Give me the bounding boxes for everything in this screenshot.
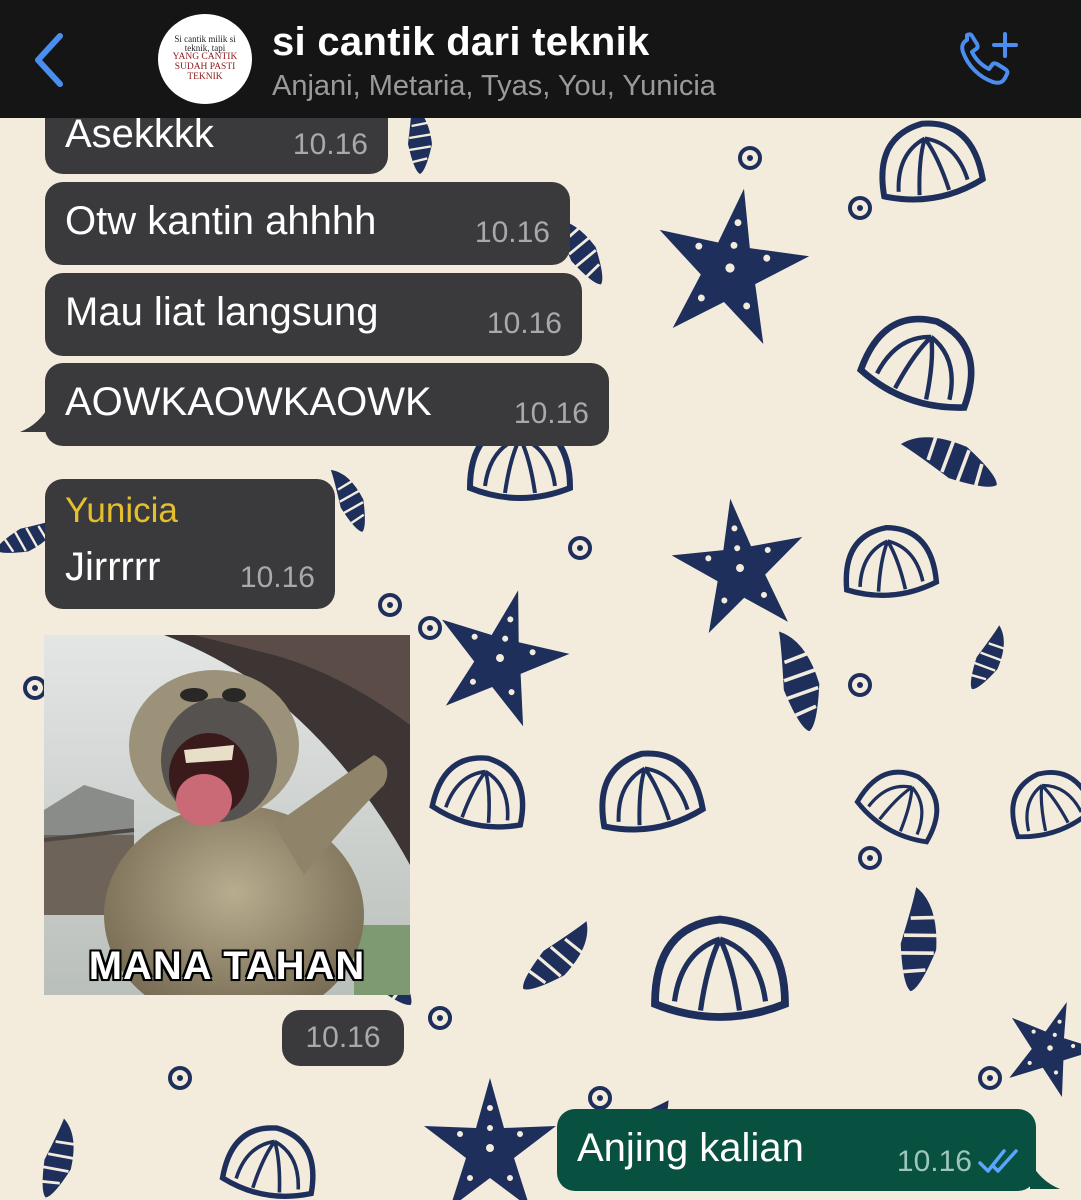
message-time: 10.16 (239, 561, 315, 594)
incoming-message-bubble[interactable]: Mau liat langsung 10.16 (45, 273, 582, 356)
outgoing-message-bubble[interactable]: Anjing kalian 10.16 (557, 1109, 1036, 1191)
avatar-text-line: TEKNIK (187, 72, 223, 83)
message-time: 10.16 (896, 1145, 972, 1178)
message-text: Otw kantin ahhhh (65, 199, 377, 243)
incoming-message-bubble[interactable]: AOWKAOWKAOWK 10.16 (45, 363, 609, 446)
message-text: Asekkkk (65, 118, 214, 156)
message-text: AOWKAOWKAOWK (65, 380, 432, 424)
incoming-message-bubble[interactable]: Asekkkk 10.16 (45, 118, 388, 174)
message-time: 10.16 (513, 397, 589, 430)
sticker-time: 10.16 (282, 1010, 404, 1066)
chat-title[interactable]: si cantik dari teknik (272, 20, 650, 65)
message-text: Mau liat langsung (65, 290, 379, 334)
message-time: 10.16 (474, 216, 550, 249)
chevron-left-icon (35, 33, 63, 87)
incoming-message-bubble[interactable]: Otw kantin ahhhh 10.16 (45, 182, 570, 265)
group-avatar[interactable]: Si cantik milik si teknik, tapi YANG CAN… (158, 14, 252, 104)
monkey-photo (44, 635, 410, 995)
message-time: 10.16 (292, 128, 368, 161)
message-text: Jirrrrr (65, 545, 161, 589)
add-call-icon (960, 32, 1018, 85)
chat-area[interactable]: Asekkkk 10.16 Otw kantin ahhhh 10.16 Mau… (0, 118, 1081, 1200)
chat-participants[interactable]: Anjani, Metaria, Tyas, You, Yunicia (272, 70, 716, 103)
sender-name[interactable]: Yunicia (65, 491, 178, 531)
message-text: Anjing kalian (577, 1126, 804, 1170)
incoming-message-bubble[interactable]: Yunicia Jirrrrr 10.16 (45, 479, 335, 609)
message-time: 10.16 (486, 307, 562, 340)
bubble-tail (1030, 1161, 1060, 1189)
sticker-image[interactable]: MANA TAHAN (44, 635, 410, 995)
add-call-button[interactable] (955, 30, 1023, 92)
back-button[interactable] (26, 30, 76, 90)
double-check-read-icon (978, 1149, 1018, 1173)
sticker-caption: MANA TAHAN (88, 943, 366, 989)
chat-header: Si cantik milik si teknik, tapi YANG CAN… (0, 0, 1081, 118)
